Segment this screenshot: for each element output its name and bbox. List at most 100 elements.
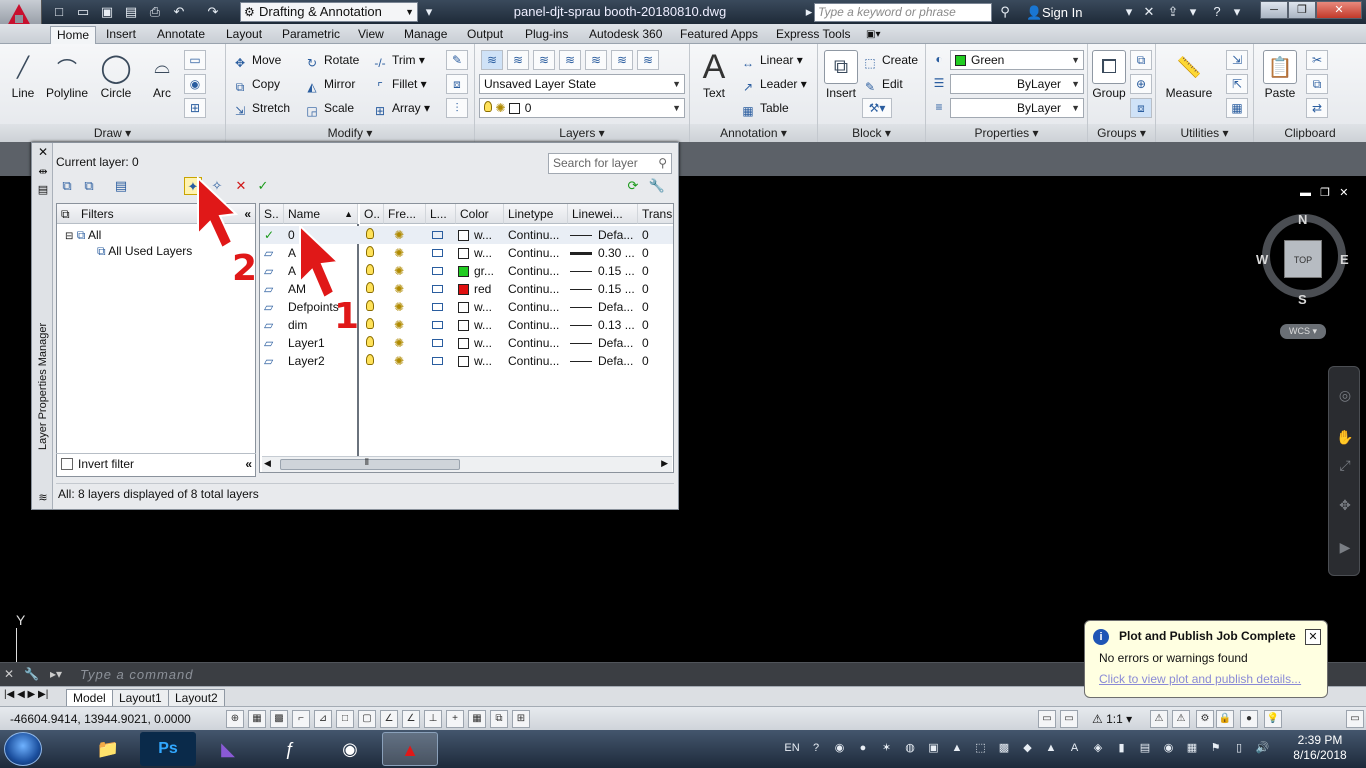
undo-icon[interactable]: ↶: [170, 3, 188, 21]
compass-north[interactable]: N: [1298, 212, 1307, 227]
group-selection-icon[interactable]: ⧈: [1130, 98, 1152, 118]
layer-color[interactable]: gr...: [458, 262, 504, 280]
compass-south[interactable]: S: [1298, 292, 1307, 307]
auto-scale-icon[interactable]: ⚠: [1172, 710, 1190, 728]
new-icon[interactable]: □: [50, 3, 68, 21]
layer-transparency[interactable]: 0: [642, 334, 672, 352]
insert-button[interactable]: ⧉ Insert: [822, 50, 860, 100]
binoculars-icon[interactable]: ⚲: [996, 3, 1014, 21]
layer-freeze-icon[interactable]: ✺: [394, 316, 412, 334]
layer-color[interactable]: w...: [458, 352, 504, 370]
flash-taskbar-icon[interactable]: ƒ: [262, 732, 318, 766]
create-block-button[interactable]: ⬚ Create: [862, 50, 918, 70]
settings-icon[interactable]: 🔧: [648, 177, 666, 195]
layer-freeze-icon[interactable]: ✺: [394, 226, 412, 244]
column-name[interactable]: Name ▲: [284, 204, 358, 224]
dropdown-icon[interactable]: ▾: [1184, 3, 1202, 21]
wcs-menu[interactable]: WCS ▾: [1280, 324, 1326, 339]
selection-cycling-icon[interactable]: ⊞: [512, 710, 530, 728]
layer-tool-icon[interactable]: ≋: [507, 50, 529, 70]
layer-tool-icon[interactable]: ≋: [637, 50, 659, 70]
customize-qat-icon[interactable]: ▾: [420, 3, 438, 21]
flag-icon[interactable]: ⚑: [1208, 740, 1224, 756]
invert-filter-checkbox[interactable]: [61, 458, 73, 470]
match-icon[interactable]: ⇄: [1306, 98, 1328, 118]
layer-lock-icon[interactable]: [432, 316, 450, 334]
layer-lock-icon[interactable]: [432, 298, 450, 316]
coordinates-readout[interactable]: -46604.9414, 13944.9021, 0.0000: [10, 711, 220, 727]
edit-block-button[interactable]: ✎ Edit: [862, 74, 903, 94]
rotate-button[interactable]: ↻ Rotate: [304, 50, 359, 70]
tab-autodesk-360[interactable]: Autodesk 360: [583, 26, 668, 44]
layer-lineweight[interactable]: Defa...: [570, 298, 638, 316]
app-tray-icon[interactable]: ◆: [1020, 740, 1036, 756]
layer-color[interactable]: w...: [458, 298, 504, 316]
open-icon[interactable]: ▭: [74, 3, 92, 21]
column-lineweight[interactable]: Linewei...: [568, 204, 638, 224]
new-group-filter-icon[interactable]: ⧉: [80, 177, 98, 195]
layer-on-icon[interactable]: [366, 280, 382, 298]
ortho-icon[interactable]: ⌐: [292, 710, 310, 728]
layer-states-manager-icon[interactable]: ▤: [112, 177, 130, 195]
app-tray-icon[interactable]: ✶: [879, 740, 895, 756]
layer-transparency[interactable]: 0: [642, 352, 672, 370]
trim-button[interactable]: -/- Trim ▾: [372, 50, 425, 70]
layer-on-icon[interactable]: [366, 334, 382, 352]
close-command-icon[interactable]: ✕: [4, 667, 20, 683]
save-as-icon[interactable]: ▤: [122, 3, 140, 21]
layer-freeze-icon[interactable]: ✺: [394, 262, 412, 280]
groups-panel-title[interactable]: Groups ▾: [1088, 124, 1155, 142]
lock-ui-icon[interactable]: 🔒: [1216, 710, 1234, 728]
dyn-icon[interactable]: ⊥: [424, 710, 442, 728]
annotation-panel-title[interactable]: Annotation ▾: [690, 124, 817, 142]
lineweight-display-icon[interactable]: +: [446, 710, 464, 728]
column-lock[interactable]: L...: [426, 204, 456, 224]
tab-featured-apps[interactable]: Featured Apps: [674, 26, 764, 44]
customize-command-icon[interactable]: 🔧: [24, 667, 40, 683]
linetype-dropdown[interactable]: ByLayer ▼: [950, 98, 1084, 118]
compass-west[interactable]: W: [1256, 252, 1268, 267]
layer-name[interactable]: Layer2: [288, 352, 356, 370]
layer-linetype[interactable]: Continu...: [508, 316, 568, 334]
layer-color[interactable]: w...: [458, 316, 504, 334]
set-current-icon[interactable]: ✓: [254, 177, 272, 195]
collapse-icon[interactable]: «: [244, 204, 251, 224]
layer-linetype[interactable]: Continu...: [508, 298, 568, 316]
autodesk-app-icon[interactable]: ⇪: [1164, 3, 1182, 21]
modify-panel-title[interactable]: Modify ▾: [226, 124, 474, 142]
tab-annotate[interactable]: Annotate: [151, 26, 211, 44]
horizontal-scrollbar[interactable]: ◀ ⫴ ▶: [262, 456, 672, 472]
layer-linetype[interactable]: Continu...: [508, 352, 568, 370]
tab-layout2[interactable]: Layout2: [168, 689, 225, 706]
scroll-right-icon[interactable]: ▶: [661, 458, 668, 469]
layer-on-icon[interactable]: [366, 226, 382, 244]
autohide-icon[interactable]: ⇹: [36, 165, 50, 179]
lineweight-dropdown[interactable]: ByLayer ▼: [950, 74, 1084, 94]
clock[interactable]: 2:39 PM 8/16/2018: [1284, 733, 1356, 765]
layer-row[interactable]: ▱ dim ✺ w... Continu... 0.13 ... 0: [260, 316, 673, 334]
plot-details-link[interactable]: Click to view plot and publish details..…: [1099, 672, 1319, 688]
explorer-taskbar-icon[interactable]: 📁: [80, 732, 136, 766]
language-indicator[interactable]: EN: [782, 740, 802, 756]
column-freeze[interactable]: Fre...: [384, 204, 426, 224]
print-icon[interactable]: ⎙: [146, 3, 164, 21]
fillet-button[interactable]: ⌜ Fillet ▾: [372, 74, 427, 94]
close-viewport-icon[interactable]: ✕: [1339, 187, 1348, 199]
layer-dropdown[interactable]: ✺ 0 ▼: [479, 98, 685, 118]
autocad-taskbar-icon[interactable]: ▲: [382, 732, 438, 766]
column-transparency[interactable]: Trans...: [638, 204, 673, 224]
palette-properties-icon[interactable]: ▤: [36, 183, 50, 197]
calculator-icon[interactable]: ▦: [1226, 98, 1248, 118]
erase-icon[interactable]: ✎: [446, 50, 468, 70]
layer-lineweight[interactable]: Defa...: [570, 334, 638, 352]
quick-view-layouts-icon[interactable]: ▭: [1060, 710, 1078, 728]
explode-icon[interactable]: ⧈: [446, 74, 468, 94]
layer-transparency[interactable]: 0: [642, 280, 672, 298]
linear-button[interactable]: ↔ Linear ▾: [740, 50, 803, 70]
command-input[interactable]: Type a command: [80, 667, 580, 683]
layers-panel-title[interactable]: Layers ▾: [475, 124, 689, 142]
tab-home[interactable]: Home: [50, 26, 97, 44]
app-tray-icon[interactable]: ▲: [1043, 740, 1059, 756]
help-search-input[interactable]: Type a keyword or phrase: [814, 3, 992, 22]
layer-color[interactable]: w...: [458, 244, 504, 262]
